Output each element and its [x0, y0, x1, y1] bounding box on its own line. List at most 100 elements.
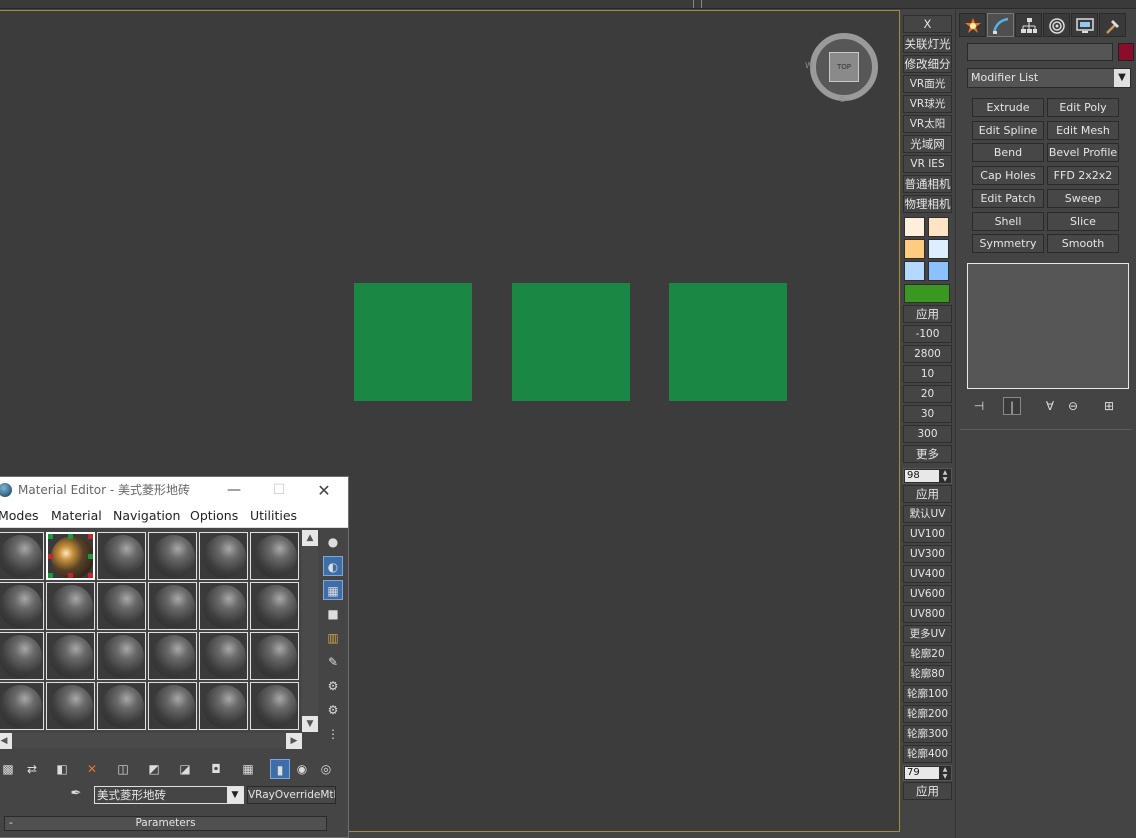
extrude-button[interactable]: Extrude: [972, 98, 1044, 117]
scroll-up-icon[interactable]: ▲: [302, 530, 318, 546]
color-swatch[interactable]: [904, 261, 925, 281]
apply-button[interactable]: 应用: [903, 305, 952, 323]
material-type-button[interactable]: VRayOverrideMtl: [247, 786, 336, 804]
apply-button[interactable]: 应用: [903, 782, 952, 800]
parameters-rollout[interactable]: - Parameters: [4, 816, 327, 831]
eyedropper-icon[interactable]: ✒: [66, 786, 86, 804]
menu-options[interactable]: Options: [190, 504, 238, 528]
ffd-2x2x2-button[interactable]: FFD 2x2x2: [1047, 166, 1119, 185]
object-color-swatch[interactable]: [1118, 43, 1134, 61]
material-sample-slot[interactable]: [199, 682, 248, 730]
sample-type-icon[interactable]: ●: [323, 532, 343, 552]
symmetry-button[interactable]: Symmetry: [972, 234, 1044, 253]
standard-camera-button[interactable]: 普通相机: [903, 175, 952, 193]
uv-button[interactable]: 更多UV: [903, 625, 952, 643]
remove-modifier-icon[interactable]: ⊖: [1064, 397, 1082, 415]
material-sample-slot[interactable]: [199, 532, 248, 580]
link-lights-button[interactable]: 关联灯光: [903, 35, 952, 53]
physical-camera-button[interactable]: 物理相机: [903, 195, 952, 213]
material-sample-slot[interactable]: [148, 532, 197, 580]
material-sample-slot[interactable]: [46, 682, 95, 730]
make-unique-icon[interactable]: ◩: [144, 759, 164, 779]
material-sample-slot[interactable]: [250, 682, 299, 730]
edit-patch-button[interactable]: Edit Patch: [972, 189, 1044, 208]
uv-button[interactable]: UV100: [903, 525, 952, 543]
collapse-icon[interactable]: -: [9, 817, 13, 830]
assign-material-icon[interactable]: ◧: [52, 759, 72, 779]
show-map-in-viewport-icon[interactable]: ▦: [238, 759, 258, 779]
green-box-object[interactable]: [512, 283, 630, 401]
value-button[interactable]: 30: [903, 405, 952, 423]
chevron-down-icon[interactable]: ▼: [1114, 69, 1130, 87]
select-by-material-icon[interactable]: ⚙: [323, 700, 343, 720]
spinner-2-field[interactable]: 79: [905, 767, 939, 779]
put-to-library-icon[interactable]: ◪: [175, 759, 195, 779]
spinner-2[interactable]: 79 ▲ ▼: [903, 765, 952, 781]
smooth-button[interactable]: Smooth: [1047, 234, 1119, 253]
bevel-profile-button[interactable]: Bevel Profile: [1047, 143, 1119, 162]
menu-material[interactable]: Material: [51, 504, 102, 528]
minimize-button[interactable]: —: [214, 477, 254, 504]
options-icon[interactable]: ⚙: [323, 676, 343, 696]
contour-button[interactable]: 轮廓300: [903, 725, 952, 743]
photometric-web-button[interactable]: 光域网: [903, 135, 952, 153]
uv-button[interactable]: UV600: [903, 585, 952, 603]
pin-stack-icon[interactable]: ⊣: [970, 397, 988, 415]
more-button[interactable]: 更多: [903, 445, 952, 463]
material-sample-slot[interactable]: [46, 532, 95, 580]
contour-button[interactable]: 轮廓100: [903, 685, 952, 703]
background-checker-icon[interactable]: ▦: [323, 580, 343, 600]
material-sample-slot[interactable]: [148, 582, 197, 630]
close-button[interactable]: ✕: [304, 477, 344, 504]
spinner-1[interactable]: 98 ▲ ▼: [903, 468, 952, 484]
bend-button[interactable]: Bend: [972, 143, 1044, 162]
object-name-field[interactable]: [967, 43, 1113, 61]
cap-holes-button[interactable]: Cap Holes: [972, 166, 1044, 185]
material-sample-slot[interactable]: [199, 632, 248, 680]
show-end-result-icon[interactable]: ▮: [270, 759, 290, 779]
vr-sun-button[interactable]: VR太阳: [903, 115, 952, 133]
motion-tab[interactable]: [1043, 13, 1070, 37]
green-color-swatch[interactable]: [904, 284, 950, 303]
reset-map-icon[interactable]: ✕: [82, 759, 102, 779]
value-button[interactable]: 300: [903, 425, 952, 443]
material-sample-slot[interactable]: [46, 632, 95, 680]
spinner-arrows-icon[interactable]: ▲ ▼: [940, 766, 950, 780]
copy-material-icon[interactable]: ◫: [113, 759, 133, 779]
video-color-check-icon[interactable]: ▥: [323, 628, 343, 648]
material-sample-slot[interactable]: [0, 632, 44, 680]
material-sample-slot[interactable]: [199, 582, 248, 630]
maximize-button[interactable]: ☐: [259, 477, 299, 504]
spinner-1-field[interactable]: 98: [905, 470, 939, 482]
edit-poly-button[interactable]: Edit Poly: [1047, 98, 1119, 117]
go-forward-to-sibling-icon[interactable]: ◎: [316, 759, 336, 779]
put-material-icon[interactable]: ⇄: [22, 759, 42, 779]
create-tab[interactable]: [959, 13, 986, 37]
get-material-icon[interactable]: ▩: [0, 759, 18, 779]
backlight-icon[interactable]: ◐: [323, 556, 343, 576]
material-sample-slot[interactable]: [0, 532, 44, 580]
scroll-right-icon[interactable]: ▶: [286, 733, 302, 749]
uv-button[interactable]: 默认UV: [903, 505, 952, 523]
material-sample-slot[interactable]: [148, 682, 197, 730]
vr-ies-button[interactable]: VR IES: [903, 155, 952, 173]
edit-subdivs-button[interactable]: 修改细分: [903, 55, 952, 73]
modifier-stack[interactable]: [967, 263, 1129, 389]
menu-utilities[interactable]: Utilities: [250, 504, 297, 528]
shell-button[interactable]: Shell: [972, 212, 1044, 231]
menu-modes[interactable]: Modes: [0, 504, 39, 528]
color-swatch[interactable]: [928, 239, 949, 259]
value-button[interactable]: -100: [903, 325, 952, 343]
material-sample-slot[interactable]: [97, 682, 146, 730]
vertical-scrollbar[interactable]: ▲ ▼: [302, 530, 318, 732]
color-swatch[interactable]: [904, 217, 925, 237]
color-swatch[interactable]: [904, 239, 925, 259]
uv-button[interactable]: UV400: [903, 565, 952, 583]
modify-tab[interactable]: [987, 13, 1014, 37]
show-end-result-icon[interactable]: |: [1003, 397, 1021, 415]
contour-button[interactable]: 轮廓20: [903, 645, 952, 663]
material-sample-slot[interactable]: [0, 582, 44, 630]
display-tab[interactable]: [1071, 13, 1098, 37]
sweep-button[interactable]: Sweep: [1047, 189, 1119, 208]
apply-button[interactable]: 应用: [903, 485, 952, 503]
